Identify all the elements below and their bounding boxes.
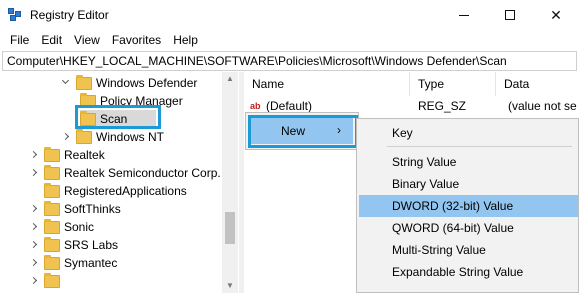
maximize-icon [505,10,515,20]
column-header-name[interactable]: Name [244,72,410,96]
tree-item-realtek[interactable]: Realtek [30,146,105,164]
submenu-item-qword-value[interactable]: QWORD (64-bit) Value [359,217,578,239]
scan-highlight-box [75,105,161,129]
tree-item-windows-defender[interactable]: Windows Defender [62,74,197,92]
menu-help[interactable]: Help [167,33,204,47]
folder-icon [44,200,60,216]
submenu-item-expandable-string-value[interactable]: Expandable String Value [359,261,578,283]
string-value-icon: ab [250,101,261,111]
submenu-item-multi-string-value[interactable]: Multi-String Value [359,239,578,261]
chevron-right-icon[interactable] [30,218,40,236]
tree-item-label: Windows NT [96,130,165,144]
submenu-separator [387,146,572,147]
new-highlight-box [248,115,358,148]
folder-icon [44,254,60,270]
new-submenu: Key String Value Binary Value DWORD (32-… [356,118,579,293]
tree-item-label: Sonic [64,220,95,234]
chevron-right-icon[interactable] [30,272,40,290]
folder-icon [44,164,60,180]
column-header-type[interactable]: Type [410,72,496,96]
value-type: REG_SZ [418,99,467,113]
tree-scrollbar[interactable]: ▲ ▼ [222,72,238,293]
tree-item-realtek-semiconductor[interactable]: Realtek Semiconductor Corp. [30,164,221,182]
scroll-up-arrow-icon[interactable]: ▲ [225,74,235,84]
chevron-right-icon[interactable] [30,236,40,254]
chevron-right-icon[interactable] [30,254,40,272]
scroll-down-arrow-icon[interactable]: ▼ [225,281,235,291]
folder-icon [76,74,92,90]
column-header-data[interactable]: Data [496,72,579,96]
tree-item-sonic[interactable]: Sonic [30,218,94,236]
title-bar: Registry Editor ✕ [0,0,579,30]
tree-item-label: Windows Defender [96,76,198,90]
submenu-item-string-value[interactable]: String Value [359,151,578,173]
tree-item-label: RegisteredApplications [64,184,187,198]
tree-item-registered-applications[interactable]: RegisteredApplications [44,182,187,200]
folder-icon [44,272,60,288]
chevron-right-icon[interactable] [30,164,40,182]
close-button[interactable]: ✕ [533,0,579,30]
menu-view[interactable]: View [68,33,106,47]
folder-icon [44,146,60,162]
scrollbar-thumb[interactable] [225,212,235,244]
maximize-button[interactable] [487,0,533,30]
chevron-right-icon[interactable] [62,128,72,146]
tree-item-symantec[interactable]: Symantec [30,254,117,272]
registry-editor-icon [8,8,22,22]
menu-edit[interactable]: Edit [35,33,68,47]
submenu-item-key[interactable]: Key [359,122,578,144]
tree-item-label: SRS Labs [64,238,119,252]
tree-item-srs-labs[interactable]: SRS Labs [30,236,118,254]
folder-icon [44,236,60,252]
tree-item-label: SoftThinks [64,202,121,216]
menu-file[interactable]: File [4,33,35,47]
close-icon: ✕ [550,6,562,23]
chevron-right-icon[interactable] [30,200,40,218]
folder-icon [44,182,60,198]
folder-icon [44,218,60,234]
minimize-button[interactable] [441,0,487,30]
address-bar[interactable]: Computer\HKEY_LOCAL_MACHINE\SOFTWARE\Pol… [2,51,577,71]
menu-favorites[interactable]: Favorites [106,33,167,47]
value-data: (value not se [508,99,577,113]
tree-item-windows-nt[interactable]: Windows NT [62,128,164,146]
tree-item-softthinks[interactable]: SoftThinks [30,200,121,218]
tree-item-label: Realtek Semiconductor Corp. [64,166,221,180]
window-title: Registry Editor [30,8,109,22]
submenu-item-binary-value[interactable]: Binary Value [359,173,578,195]
minimize-icon [459,14,469,16]
folder-icon [76,128,92,144]
tree-item-label: Symantec [64,256,118,270]
chevron-down-icon[interactable] [62,74,72,92]
menu-bar: File Edit View Favorites Help [0,30,579,50]
tree-item-next[interactable] [30,272,64,290]
tree-item-label: Realtek [64,148,105,162]
chevron-right-icon[interactable] [30,146,40,164]
submenu-item-dword-value[interactable]: DWORD (32-bit) Value [359,195,578,217]
